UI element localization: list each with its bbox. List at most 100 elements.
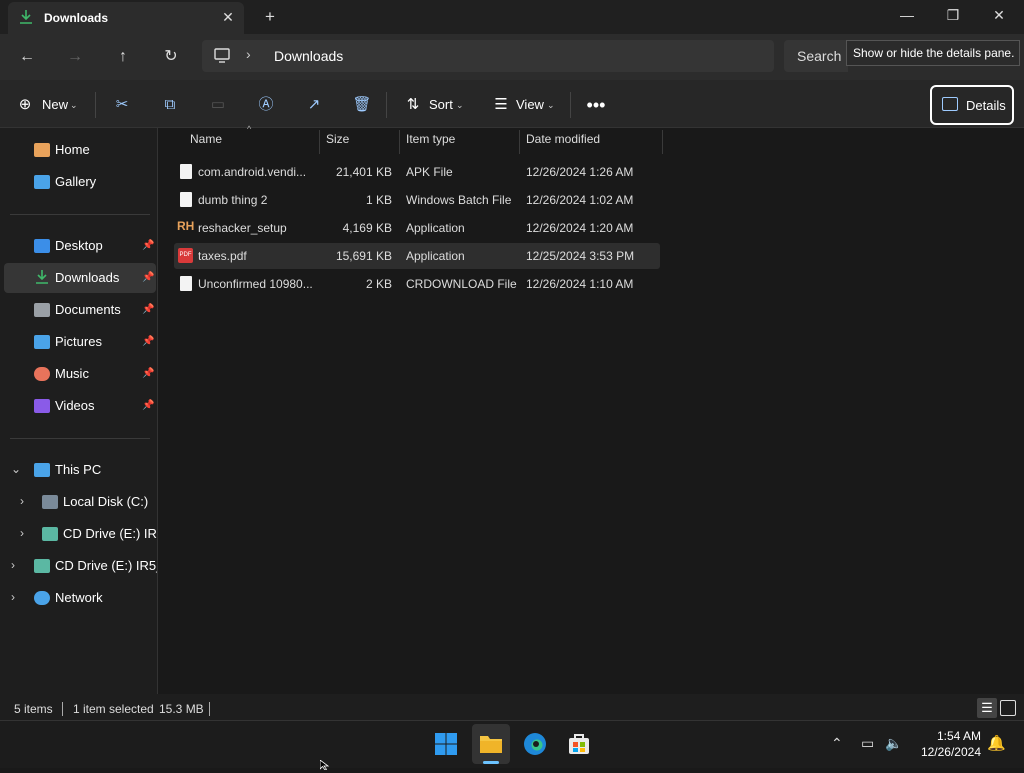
- column-header-date[interactable]: Date modified: [526, 132, 600, 146]
- sidebar-item-label: CD Drive (E:) IR5_C: [63, 526, 157, 541]
- file-type: Application: [406, 249, 465, 263]
- column-divider[interactable]: [399, 130, 400, 154]
- sidebar-item-label: Gallery: [55, 174, 97, 189]
- divider: [62, 702, 63, 716]
- home-icon: [34, 143, 50, 157]
- sidebar-item-label: Music: [55, 366, 89, 381]
- column-divider[interactable]: [519, 130, 520, 154]
- divider: [386, 92, 387, 118]
- delete-icon[interactable]: 🗑: [351, 94, 373, 116]
- column-divider[interactable]: [319, 130, 320, 154]
- pin-icon[interactable]: 📌: [142, 240, 154, 251]
- more-options-icon[interactable]: •••: [585, 94, 607, 116]
- breadcrumb[interactable]: Downloads: [274, 48, 343, 64]
- file-explorer-icon[interactable]: [479, 733, 503, 755]
- volume-icon[interactable]: 🔈: [885, 735, 902, 752]
- batch-file-icon: [180, 192, 192, 207]
- minimize-button[interactable]: —: [884, 0, 930, 30]
- back-button[interactable]: ←: [13, 44, 41, 70]
- sidebar-item-label: Documents: [55, 302, 121, 317]
- file-date: 12/26/2024 1:10 AM: [526, 277, 634, 291]
- pin-icon[interactable]: 📌: [142, 400, 154, 411]
- new-button[interactable]: New: [42, 92, 68, 118]
- share-icon[interactable]: ↗: [303, 94, 325, 116]
- item-count: 5 items: [14, 702, 53, 716]
- sidebar-item-label: Downloads: [55, 270, 120, 285]
- column-header-size[interactable]: Size: [326, 132, 349, 146]
- file-size: 2 KB: [365, 277, 392, 291]
- tiles-view-icon[interactable]: [1000, 700, 1016, 716]
- start-icon[interactable]: [434, 732, 458, 756]
- show-hidden-icons-icon[interactable]: ⌃: [831, 735, 843, 752]
- sidebar-item-label: Local Disk (C:): [63, 494, 149, 509]
- pin-icon[interactable]: 📌: [142, 304, 154, 315]
- divider: [10, 438, 150, 439]
- videos-icon: [34, 399, 50, 413]
- file-type: Application: [406, 221, 465, 235]
- file-type: CRDOWNLOAD File: [406, 277, 517, 291]
- cd-drive-icon: [34, 559, 50, 573]
- store-icon[interactable]: [567, 732, 591, 756]
- file-size: 15,691 KB: [335, 249, 392, 263]
- chevron-down-icon: ⌄: [70, 100, 78, 110]
- divider: [10, 214, 150, 215]
- documents-icon: [34, 303, 50, 317]
- cut-icon[interactable]: ✂: [111, 94, 133, 116]
- sidebar-item-label: Home: [55, 142, 90, 157]
- details-pane-icon: [942, 97, 958, 111]
- chevron-down-icon: ⌄: [547, 100, 555, 110]
- close-tab-icon[interactable]: ✕: [218, 7, 238, 27]
- clock-date[interactable]: 12/26/2024: [915, 745, 981, 759]
- column-header-type[interactable]: Item type: [406, 132, 455, 146]
- sidebar-item-label: This PC: [55, 462, 102, 477]
- close-window-button[interactable]: ✕: [976, 0, 1022, 30]
- copy-icon[interactable]: ⧉: [159, 94, 181, 116]
- reshacker-icon: RH: [177, 219, 195, 233]
- tab-downloads[interactable]: Downloads ✕: [8, 2, 244, 34]
- tooltip: Show or hide the details pane.: [846, 40, 1020, 66]
- up-button[interactable]: ↑: [109, 44, 137, 70]
- view-button[interactable]: View: [516, 92, 544, 118]
- network-status-icon[interactable]: ▭: [861, 735, 874, 752]
- details-label: Details: [966, 98, 1006, 113]
- notification-bell-icon[interactable]: 🔔: [987, 734, 1006, 752]
- column-header-name[interactable]: Name: [190, 132, 222, 146]
- file-name: com.android.vendi...: [198, 165, 307, 179]
- file-date: 12/26/2024 1:26 AM: [526, 165, 634, 179]
- pdf-icon: PDF: [178, 248, 193, 263]
- file-type: APK File: [406, 165, 453, 179]
- details-view-icon[interactable]: ☰: [977, 698, 997, 718]
- file-size: 21,401 KB: [335, 165, 392, 179]
- file-type: Windows Batch File: [406, 193, 512, 207]
- maximize-button[interactable]: ❐: [930, 0, 976, 30]
- search-placeholder: Search: [797, 48, 842, 64]
- pin-icon[interactable]: 📌: [142, 272, 154, 283]
- sidebar-item-label: CD Drive (E:) IR5_CC: [55, 558, 157, 573]
- pin-icon[interactable]: 📌: [142, 368, 154, 379]
- local-disk-icon: [42, 495, 58, 509]
- sort-button[interactable]: Sort: [429, 92, 453, 118]
- pin-icon[interactable]: 📌: [142, 336, 154, 347]
- clock-time[interactable]: 1:54 AM: [925, 729, 981, 743]
- new-tab-button[interactable]: +: [258, 6, 282, 28]
- file-date: 12/25/2024 3:53 PM: [526, 249, 635, 263]
- paste-icon[interactable]: ▭: [207, 94, 229, 116]
- new-icon: ⊕: [18, 96, 32, 113]
- refresh-button[interactable]: ↻: [157, 44, 185, 70]
- file-name: reshacker_setup: [198, 221, 287, 235]
- command-bar: [0, 80, 1024, 128]
- music-icon: [34, 367, 50, 381]
- file-name: taxes.pdf: [198, 249, 247, 263]
- chevron-down-icon: ⌄: [456, 100, 464, 110]
- forward-button[interactable]: →: [61, 44, 89, 70]
- breadcrumb-chevron-icon[interactable]: ›: [246, 46, 251, 62]
- downloads-icon: [34, 269, 50, 285]
- tab-label: Downloads: [44, 11, 109, 25]
- divider: [209, 702, 210, 716]
- this-pc-icon: [212, 46, 232, 66]
- divider: [95, 92, 96, 118]
- edge-icon[interactable]: [523, 732, 547, 756]
- rename-icon[interactable]: Ⓐ: [255, 94, 277, 116]
- file-size: 4,169 KB: [342, 221, 392, 235]
- column-divider[interactable]: [662, 130, 663, 154]
